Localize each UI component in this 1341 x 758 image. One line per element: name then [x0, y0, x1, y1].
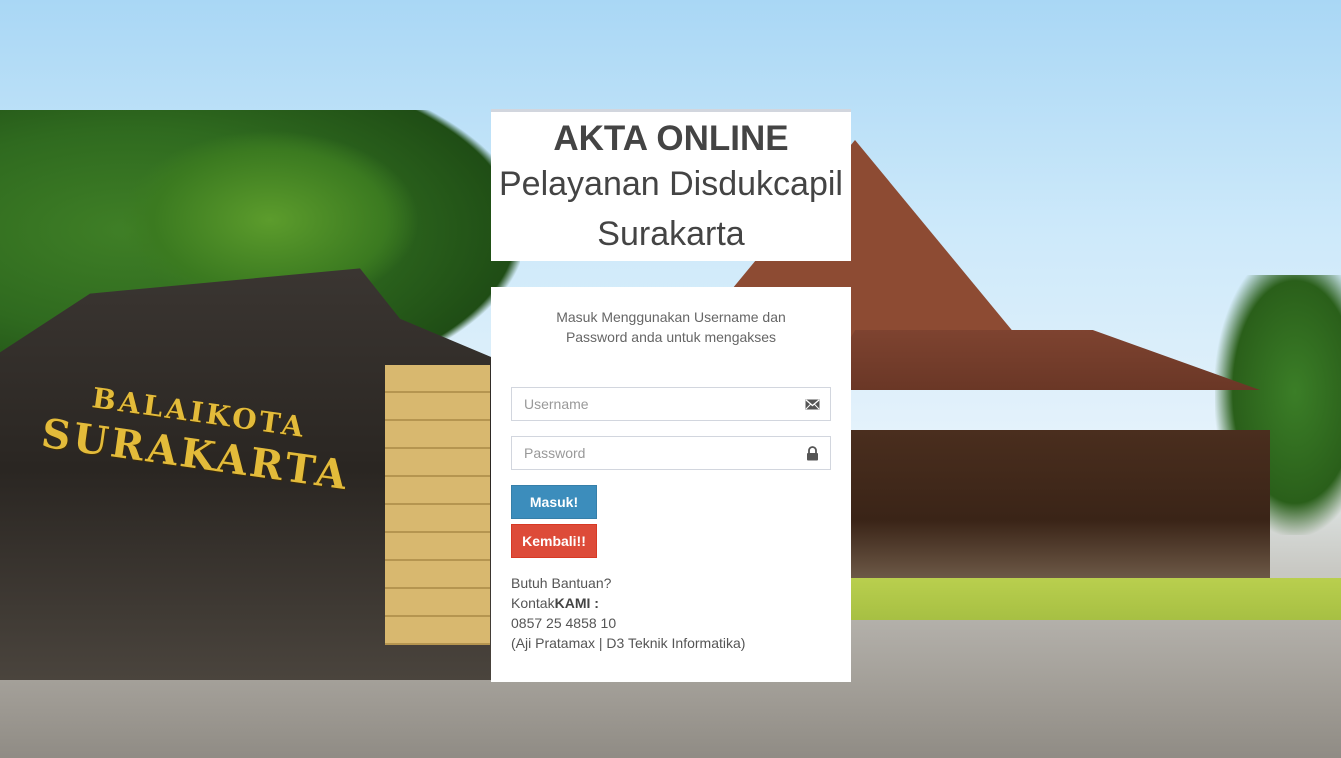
brick-pillar: [385, 365, 490, 645]
login-message-line2: Password anda untuk mengakses: [565, 329, 777, 345]
help-contact-prefix: Kontak: [511, 595, 555, 611]
app-subtitle: Pelayanan Disdukcapil Surakarta: [491, 159, 851, 259]
login-button[interactable]: Masuk!: [511, 485, 597, 519]
username-input[interactable]: [512, 388, 806, 420]
pendopo-hall: [850, 430, 1270, 580]
app-title: AKTA ONLINE: [553, 119, 789, 158]
app-header-card: AKTA ONLINE Pelayanan Disdukcapil Suraka…: [491, 109, 851, 261]
login-message: Masuk Menggunakan Username dan Password …: [531, 307, 811, 347]
envelope-icon: [805, 397, 820, 412]
password-field[interactable]: [511, 436, 831, 470]
username-field[interactable]: [511, 387, 831, 421]
help-phone: 0857 25 4858 10: [511, 615, 617, 631]
app-subtitle-line1: Pelayanan Disdukcapil: [499, 165, 843, 203]
help-contact-bold: KAMI :: [554, 595, 599, 611]
help-question: Butuh Bantuan?: [511, 575, 612, 591]
login-box: Masuk Menggunakan Username dan Password …: [491, 287, 851, 682]
app-subtitle-line2: Surakarta: [597, 215, 745, 253]
help-contact: KontakKAMI :: [511, 593, 745, 613]
back-button[interactable]: Kembali!!: [511, 524, 597, 558]
help-section: Butuh Bantuan? KontakKAMI : 0857 25 4858…: [511, 573, 745, 653]
password-input[interactable]: [512, 437, 806, 469]
login-message-line1: Masuk Menggunakan Username dan: [556, 309, 786, 325]
lock-icon: [805, 446, 820, 461]
help-author: (Aji Pratamax | D3 Teknik Informatika): [511, 635, 746, 651]
